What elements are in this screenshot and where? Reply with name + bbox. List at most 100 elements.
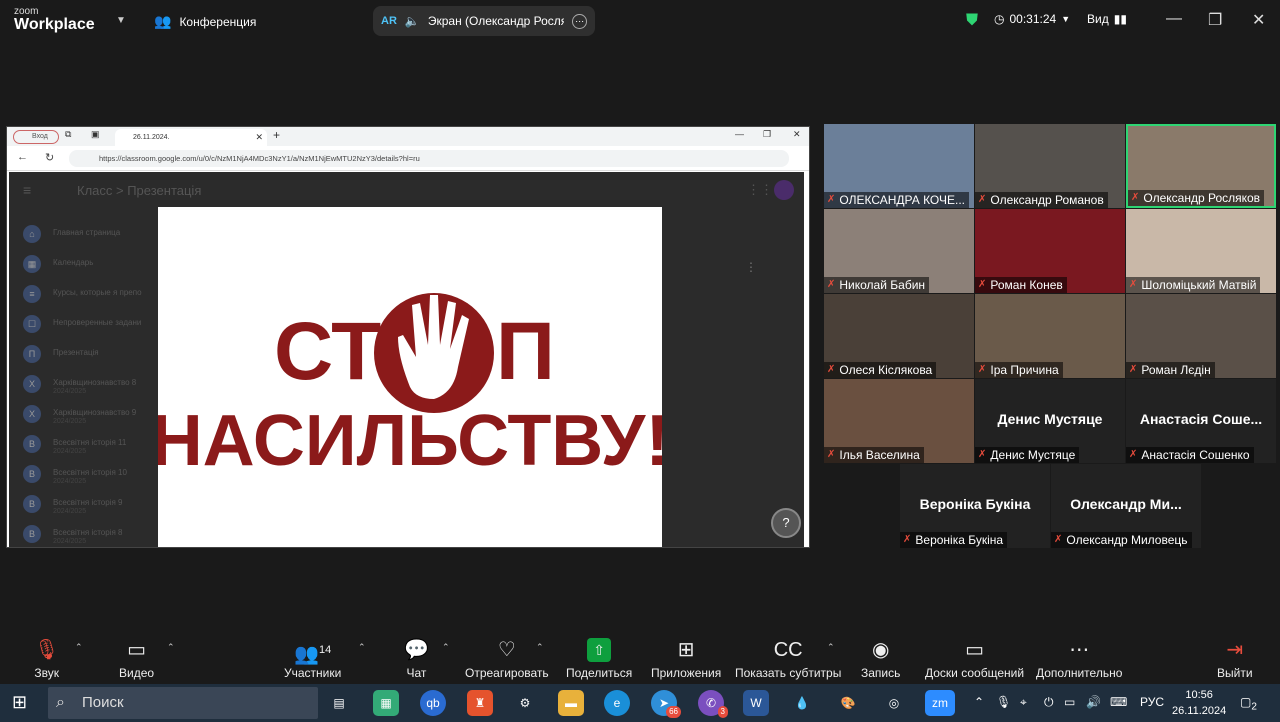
chevron-up-icon[interactable]: ⌃: [167, 642, 175, 653]
chevron-up-icon[interactable]: ⌃: [358, 642, 366, 653]
browser-tab[interactable]: 26.11.2024. ✕: [115, 129, 267, 146]
participant-tile[interactable]: Вероніка Букіна ✗ Вероніка Букіна: [900, 464, 1050, 548]
help-button[interactable]: ?: [771, 508, 801, 538]
apps-grid-icon[interactable]: ⋮⋮: [747, 182, 773, 198]
participants-button[interactable]: 👥14 Участники: [284, 638, 341, 680]
battery-icon[interactable]: ▭: [1064, 695, 1075, 709]
new-tab-icon[interactable]: +: [273, 128, 280, 142]
course-icon: Х: [23, 405, 41, 423]
mic-muted-icon: ✗: [1054, 534, 1063, 545]
chevron-up-icon[interactable]: ⌃: [75, 642, 83, 653]
location-icon[interactable]: ⌖: [1020, 695, 1027, 710]
menu-icon[interactable]: ≡: [23, 182, 31, 198]
sidebar-item[interactable]: П Презентація: [9, 340, 159, 370]
word-icon[interactable]: W: [743, 690, 769, 716]
tab-actions-icon[interactable]: ▣: [91, 129, 100, 140]
avatar[interactable]: [774, 180, 794, 200]
conference-button[interactable]: 👥 Конференция: [154, 13, 256, 30]
close-icon[interactable]: ✕: [1252, 10, 1265, 30]
restore-icon[interactable]: ❐: [763, 129, 771, 140]
sidebar-item[interactable]: ▦ Календарь: [9, 250, 159, 280]
security-shield-icon[interactable]: ⛊: [966, 12, 978, 30]
boards-button[interactable]: ▭ Доски сообщений: [925, 638, 1024, 680]
refresh-icon[interactable]: ↻: [45, 151, 54, 164]
paint-drop-icon[interactable]: 💧: [789, 690, 815, 716]
participant-name-label: ✗ Анастасія Сошенко: [1126, 447, 1254, 463]
participant-tile[interactable]: ✗ Роман Лєдін: [1126, 294, 1276, 378]
taskbar-search[interactable]: ⌕ Поиск: [48, 687, 318, 719]
participant-tile[interactable]: ✗ Іра Причина: [975, 294, 1125, 378]
meeting-timer[interactable]: ◷ 00:31:24 ▼: [994, 12, 1070, 26]
back-icon[interactable]: ←: [17, 151, 28, 163]
tray-expand-icon[interactable]: ⌃: [974, 695, 984, 709]
sidebar-item[interactable]: В Всесвітня історія 11 2024/2025: [9, 430, 159, 460]
more-vert-icon[interactable]: ⋮: [745, 260, 757, 274]
record-button[interactable]: ◉ Запись: [861, 638, 900, 680]
apps-button[interactable]: ⊞ Приложения: [651, 638, 721, 680]
zoom-app-icon[interactable]: zm: [925, 690, 955, 716]
taskbar-clock[interactable]: 10:56 26.11.2024: [1172, 687, 1226, 719]
record-icon: ◉: [871, 639, 890, 661]
participant-tile[interactable]: ✗ ОЛЕКСАНДРА КОЧЕ...: [824, 124, 974, 208]
brave-icon[interactable]: ♜: [467, 690, 493, 716]
captions-button[interactable]: CC Показать субтитры: [735, 638, 841, 680]
share-button[interactable]: ⇧ Поделиться: [566, 638, 632, 680]
participant-tile[interactable]: ✗ Ілья Васелина: [824, 379, 974, 463]
windows-start-icon[interactable]: ⊞: [12, 692, 27, 713]
calculator-icon[interactable]: ▦: [373, 690, 399, 716]
workspaces-icon[interactable]: ⧉: [65, 129, 71, 140]
participant-name-label: ✗ Вероніка Букіна: [900, 532, 1008, 548]
close-icon[interactable]: ✕: [793, 129, 801, 140]
sidebar-item[interactable]: ≡ Курсы, которые я препо: [9, 280, 159, 310]
sidebar-item[interactable]: ☐ Непроверенные задани: [9, 310, 159, 340]
url-field[interactable]: https://classroom.google.com/u/0/c/NzM1N…: [69, 150, 789, 167]
sidebar-item[interactable]: В Всесвітня історія 10 2024/2025: [9, 460, 159, 490]
screen-share-indicator[interactable]: AR 🔈 Экран (Олександр Росляко ⋯: [373, 6, 595, 36]
participant-tile[interactable]: ✗ Олександр Росляков: [1126, 124, 1276, 208]
language-indicator[interactable]: РУС: [1140, 695, 1164, 709]
close-tab-icon[interactable]: ✕: [255, 129, 263, 146]
sidebar-item[interactable]: В Всесвітня історія 9 2024/2025: [9, 490, 159, 520]
sidebar-item[interactable]: Х Харківщинознавство 9 2024/2025: [9, 400, 159, 430]
video-button[interactable]: ▭ Видео: [119, 638, 154, 680]
minimize-icon[interactable]: —: [1166, 10, 1182, 28]
sidebar-item[interactable]: В Всесвітня історія 8 2024/2025: [9, 520, 159, 547]
task-view-icon[interactable]: ▤: [326, 690, 352, 716]
chevron-down-icon[interactable]: ▼: [116, 15, 126, 26]
volume-icon[interactable]: 🔊: [1086, 695, 1101, 709]
sidebar-item[interactable]: ⌂ Главная страница: [9, 220, 159, 250]
more-button[interactable]: ⋯ Дополнительно: [1036, 638, 1122, 680]
sidebar-item[interactable]: Х Харківщинознавство 8 2024/2025: [9, 370, 159, 400]
profile-button[interactable]: Вход: [13, 130, 59, 144]
view-button[interactable]: Вид ▮▮: [1087, 12, 1127, 26]
restore-icon[interactable]: ❐: [1208, 10, 1222, 30]
telegram-icon[interactable]: ➤ 66: [651, 690, 681, 718]
qbittorrent-icon[interactable]: qb: [420, 690, 446, 716]
audio-button[interactable]: 🎙 Звук: [34, 638, 59, 680]
keyboard-icon[interactable]: ⌨: [1110, 695, 1127, 709]
participant-tile[interactable]: Денис Мустяце ✗ Денис Мустяце: [975, 379, 1125, 463]
chevron-up-icon[interactable]: ⌃: [442, 642, 450, 653]
edge-icon[interactable]: e: [604, 690, 630, 716]
media-icon[interactable]: ◎: [881, 690, 907, 716]
viber-icon[interactable]: ✆ 3: [698, 690, 728, 718]
participant-tile[interactable]: Анастасія Соше... ✗ Анастасія Сошенко: [1126, 379, 1276, 463]
notifications-icon[interactable]: ▢2: [1240, 695, 1257, 712]
chevron-up-icon[interactable]: ⌃: [536, 642, 544, 653]
minimize-icon[interactable]: —: [735, 129, 744, 139]
leave-button[interactable]: ⇥ Выйти: [1217, 638, 1253, 680]
settings-icon[interactable]: ⚙: [512, 690, 538, 716]
participant-tile[interactable]: ✗ Олеся Кіслякова: [824, 294, 974, 378]
participant-tile[interactable]: ✗ Николай Бабин: [824, 209, 974, 293]
participant-tile[interactable]: ✗ Роман Конев: [975, 209, 1125, 293]
participant-tile[interactable]: ✗ Шоломіцький Матвій: [1126, 209, 1276, 293]
paint-icon[interactable]: 🎨: [835, 690, 861, 716]
participant-tile[interactable]: Олександр Ми... ✗ Олександр Миловець: [1051, 464, 1201, 548]
file-explorer-icon[interactable]: ▬: [558, 690, 584, 716]
mic-tray-icon[interactable]: 🎙: [996, 695, 1011, 709]
chat-button[interactable]: 💬 Чат: [404, 638, 429, 680]
participant-tile[interactable]: ✗ Олександр Романов: [975, 124, 1125, 208]
chevron-up-icon[interactable]: ⌃: [827, 642, 835, 653]
usb-icon[interactable]: ⏻: [1044, 695, 1054, 710]
more-options-icon[interactable]: ⋯: [572, 13, 587, 29]
